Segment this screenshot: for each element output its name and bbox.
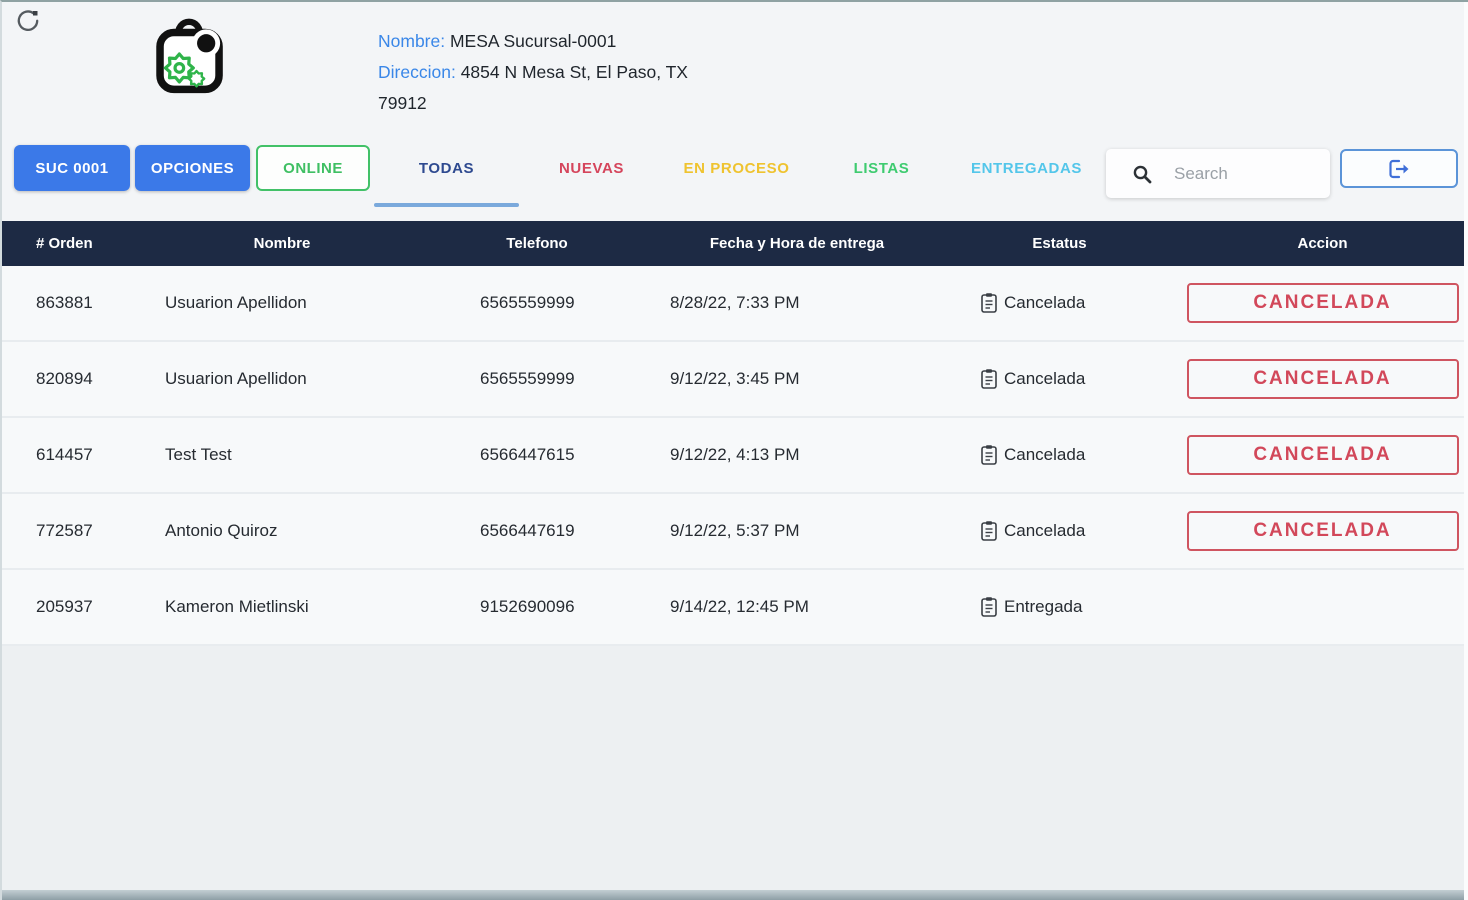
order-status-icon [980,444,998,466]
logout-icon [1386,157,1412,181]
table-row: 820894 Usuarion Apellidon 6565559999 9/1… [2,342,1468,418]
cell-order: 772587 [2,521,142,541]
action-button[interactable]: CANCELADA [1187,283,1459,323]
table-row: 863881 Usuarion Apellidon 6565559999 8/2… [2,266,1468,342]
order-filter-tabs: TODAS NUEVAS EN PROCESO LISTAS ENTREGADA… [374,145,1099,207]
cell-datetime: 9/14/22, 12:45 PM [652,597,942,617]
table-body: 863881 Usuarion Apellidon 6565559999 8/2… [2,266,1468,646]
store-name-value: MESA Sucursal-0001 [450,31,616,51]
order-status-icon [980,368,998,390]
refresh-icon[interactable] [14,7,44,37]
cell-datetime: 8/28/22, 7:33 PM [652,293,942,313]
cell-datetime: 9/12/22, 3:45 PM [652,369,942,389]
cell-action: CANCELADA [1177,435,1468,475]
cell-datetime: 9/12/22, 5:37 PM [652,521,942,541]
cell-status: Cancelada [942,368,1177,390]
store-info: Nombre: MESA Sucursal-0001 Direccion: 48… [378,26,736,119]
status-label: Entregada [1004,597,1082,617]
window-right-edge [1464,2,1468,900]
cell-status: Entregada [942,596,1177,618]
online-status-button[interactable]: ONLINE [256,145,370,191]
tab-listas[interactable]: LISTAS [809,145,954,207]
action-button[interactable]: CANCELADA [1187,511,1459,551]
cell-order: 863881 [2,293,142,313]
column-header-orden: # Orden [2,235,142,252]
search-input[interactable] [1174,164,1314,184]
cell-order: 614457 [2,445,142,465]
app-window: Nombre: MESA Sucursal-0001 Direccion: 48… [0,0,1468,900]
cell-name: Antonio Quiroz [142,521,422,541]
cell-phone: 6566447619 [422,521,652,541]
empty-table-area [2,646,1468,890]
column-header-estatus: Estatus [942,235,1177,252]
window-bottom-edge [2,890,1468,900]
store-address-line: Direccion: 4854 N Mesa St, El Paso, TX 7… [378,57,736,119]
order-status-icon [980,596,998,618]
cell-action: CANCELADA [1177,511,1468,551]
store-address-label: Direccion: [378,62,456,82]
order-status-icon [980,292,998,314]
tab-nuevas[interactable]: NUEVAS [519,145,664,207]
cell-status: Cancelada [942,520,1177,542]
store-name-label: Nombre: [378,31,445,51]
tab-todas[interactable]: TODAS [374,145,519,207]
cell-name: Usuarion Apellidon [142,369,422,389]
order-status-icon [980,520,998,542]
cell-action: CANCELADA [1177,359,1468,399]
status-label: Cancelada [1004,293,1085,313]
cell-phone: 6565559999 [422,293,652,313]
cell-action: CANCELADA [1177,283,1468,323]
column-header-nombre: Nombre [142,235,422,252]
toolbar: SUC 0001 OPCIONES ONLINE TODAS NUEVAS EN… [2,145,1468,207]
shopping-bag-logo [150,10,228,103]
action-button[interactable]: CANCELADA [1187,435,1459,475]
cell-phone: 6565559999 [422,369,652,389]
column-header-accion: Accion [1177,235,1468,252]
cell-datetime: 9/12/22, 4:13 PM [652,445,942,465]
store-name-line: Nombre: MESA Sucursal-0001 [378,26,736,57]
status-label: Cancelada [1004,369,1085,389]
cell-phone: 9152690096 [422,597,652,617]
table-row: 205937 Kameron Mietlinski 9152690096 9/1… [2,570,1468,646]
cell-order: 820894 [2,369,142,389]
table-row: 772587 Antonio Quiroz 6566447619 9/12/22… [2,494,1468,570]
cell-phone: 6566447615 [422,445,652,465]
search-box[interactable] [1106,149,1330,198]
table-header: # Orden Nombre Telefono Fecha y Hora de … [2,221,1468,266]
cell-name: Usuarion Apellidon [142,293,422,313]
tab-entregadas[interactable]: ENTREGADAS [954,145,1099,207]
cell-name: Test Test [142,445,422,465]
search-icon [1132,164,1152,184]
suc-0001-button[interactable]: SUC 0001 [14,145,130,191]
refresh-icon-glyph [14,7,42,35]
status-label: Cancelada [1004,445,1085,465]
tab-en-proceso[interactable]: EN PROCESO [664,145,809,207]
action-button[interactable]: CANCELADA [1187,359,1459,399]
cell-order: 205937 [2,597,142,617]
bag-gear-icon [150,10,228,98]
table-row: 614457 Test Test 6566447615 9/12/22, 4:1… [2,418,1468,494]
column-header-telefono: Telefono [422,235,652,252]
cell-name: Kameron Mietlinski [142,597,422,617]
opciones-button[interactable]: OPCIONES [135,145,250,191]
status-label: Cancelada [1004,521,1085,541]
cell-status: Cancelada [942,444,1177,466]
column-header-fecha: Fecha y Hora de entrega [652,235,942,252]
logout-button[interactable] [1340,149,1458,188]
cell-status: Cancelada [942,292,1177,314]
